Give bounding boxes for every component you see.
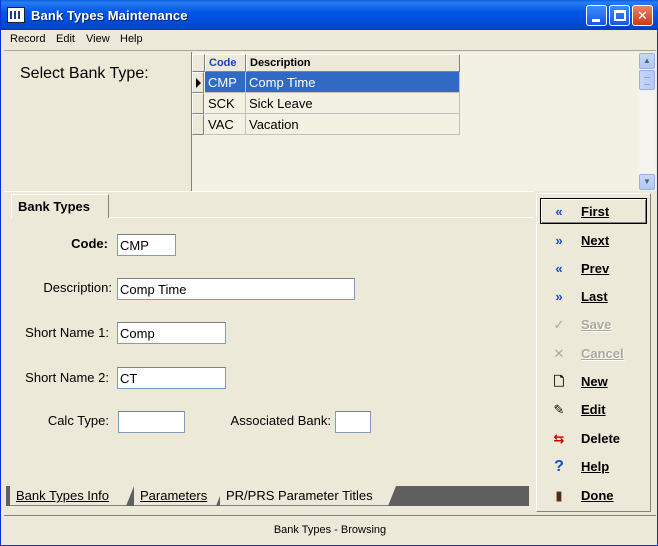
done-button-label: Done (581, 488, 614, 503)
current-row-arrow-icon (196, 78, 201, 88)
last-icon: » (555, 289, 563, 304)
app-icon (7, 7, 25, 23)
done-door-icon: ▮ (555, 488, 563, 503)
delete-button[interactable]: ⇆ Delete (540, 425, 647, 451)
short-name-1-label: Short Name 1: (25, 325, 109, 340)
title-bar[interactable]: Bank Types Maintenance ✕ (1, 0, 658, 30)
next-button[interactable]: » Next (540, 227, 647, 253)
save-button-label: Save (581, 317, 612, 332)
x-icon: ✕ (553, 346, 565, 361)
save-button[interactable]: ✓ Save (540, 311, 647, 337)
chevron-down-icon: ▼ (643, 177, 651, 186)
first-button-label: First (581, 204, 610, 219)
cell-code[interactable]: VAC (205, 114, 246, 135)
edit-button-label: Edit (581, 402, 606, 417)
minimize-button[interactable] (586, 5, 607, 26)
first-button[interactable]: « First (540, 198, 647, 224)
menu-bar: Record Edit View Help (3, 30, 657, 49)
menu-edit[interactable]: Edit (56, 33, 75, 45)
associated-bank-label: Associated Bank: (230, 413, 331, 428)
minimize-icon (592, 19, 600, 22)
chevron-up-icon: ▲ (643, 56, 651, 65)
code-label: Code: (71, 236, 108, 251)
bank-types-form: Bank Types Code: CMP Description: Comp T… (4, 191, 534, 512)
tab-bank-types-info[interactable]: Bank Types Info (10, 486, 134, 506)
bottom-tab-strip: Bank Types Info Parameters PR/PRS Parame… (6, 486, 529, 506)
associated-bank-field[interactable] (335, 411, 371, 433)
cell-code[interactable]: SCK (205, 93, 246, 114)
description-field[interactable]: Comp Time (117, 278, 355, 300)
done-button[interactable]: ▮ Done (540, 482, 647, 508)
delete-icon: ⇆ (553, 431, 565, 446)
tab-divider (109, 217, 534, 218)
window-title: Bank Types Maintenance (31, 8, 188, 23)
new-button-label: New (581, 374, 608, 389)
maximize-button[interactable] (609, 5, 630, 26)
maximize-icon (614, 10, 626, 21)
cell-description[interactable]: Vacation (246, 114, 460, 135)
close-icon: ✕ (637, 8, 648, 23)
cancel-button-label: Cancel (581, 346, 624, 361)
scroll-up-button[interactable]: ▲ (639, 53, 655, 69)
grid-corner (192, 54, 205, 72)
row-indicator (192, 114, 204, 135)
next-button-label: Next (581, 233, 610, 248)
tab-parameters-label: Parameters (140, 488, 208, 503)
checkmark-icon: ✓ (553, 317, 565, 332)
cell-description[interactable]: Comp Time (246, 72, 460, 93)
edit-document-icon: ✎ (553, 402, 565, 417)
new-document-icon: 🗋 (553, 374, 565, 389)
last-button[interactable]: » Last (540, 283, 647, 309)
scroll-down-button[interactable]: ▼ (639, 174, 655, 190)
cell-code[interactable]: CMP (205, 72, 246, 93)
status-bar: Bank Types - Browsing (4, 515, 656, 543)
column-header-code[interactable]: Code (205, 54, 246, 72)
menu-help[interactable]: Help (120, 33, 143, 45)
tab-pr-prs-label: PR/PRS Parameter Titles (226, 488, 373, 503)
main-window: Bank Types Maintenance ✕ Record Edit Vie… (0, 0, 658, 546)
bank-type-grid[interactable]: Code Description CMP Comp Time SCK Sick … (191, 52, 656, 191)
row-indicator (192, 72, 204, 93)
delete-button-label: Delete (581, 431, 621, 446)
tab-parameters[interactable]: Parameters (134, 486, 224, 506)
short-name-1-field[interactable]: Comp (117, 322, 226, 344)
next-icon: » (555, 233, 563, 248)
short-name-2-field[interactable]: CT (117, 367, 226, 389)
cell-description[interactable]: Sick Leave (246, 93, 460, 114)
help-button-label: Help (581, 459, 610, 474)
prev-icon: « (555, 261, 563, 276)
column-header-description[interactable]: Description (246, 54, 460, 72)
question-icon: ? (554, 458, 564, 475)
calc-type-label: Calc Type: (47, 413, 109, 428)
first-icon: « (555, 204, 563, 219)
help-button[interactable]: ? Help (540, 453, 647, 479)
tab-bank-types-info-label: Bank Types Info (16, 488, 109, 503)
grid-vertical-scrollbar[interactable]: ▲ ▼ (639, 53, 655, 190)
last-button-label: Last (581, 289, 608, 304)
tab-pr-prs-parameter-titles[interactable]: PR/PRS Parameter Titles (220, 486, 396, 506)
select-bank-type-region: Select Bank Type: Code Description CMP C… (4, 50, 656, 191)
status-text: Bank Types - Browsing (273, 524, 387, 536)
prev-button[interactable]: « Prev (540, 255, 647, 281)
new-button[interactable]: 🗋 New (540, 368, 647, 394)
select-bank-type-label: Select Bank Type: (20, 65, 149, 82)
menu-record[interactable]: Record (10, 33, 45, 45)
description-label: Description: (43, 280, 112, 295)
code-field[interactable]: CMP (117, 234, 176, 256)
menu-view[interactable]: View (86, 33, 110, 45)
cancel-button[interactable]: ✕ Cancel (540, 340, 647, 366)
scroll-thumb[interactable] (639, 70, 655, 90)
close-button[interactable]: ✕ (632, 5, 653, 26)
edit-button[interactable]: ✎ Edit (540, 396, 647, 422)
calc-type-field[interactable] (118, 411, 185, 433)
navigation-panel: « First » Next « Prev » Last ✓ Save ✕ Ca… (536, 193, 651, 512)
tab-bank-types[interactable]: Bank Types (11, 194, 109, 218)
prev-button-label: Prev (581, 261, 610, 276)
row-indicator (192, 93, 204, 114)
short-name-2-label: Short Name 2: (25, 370, 109, 385)
